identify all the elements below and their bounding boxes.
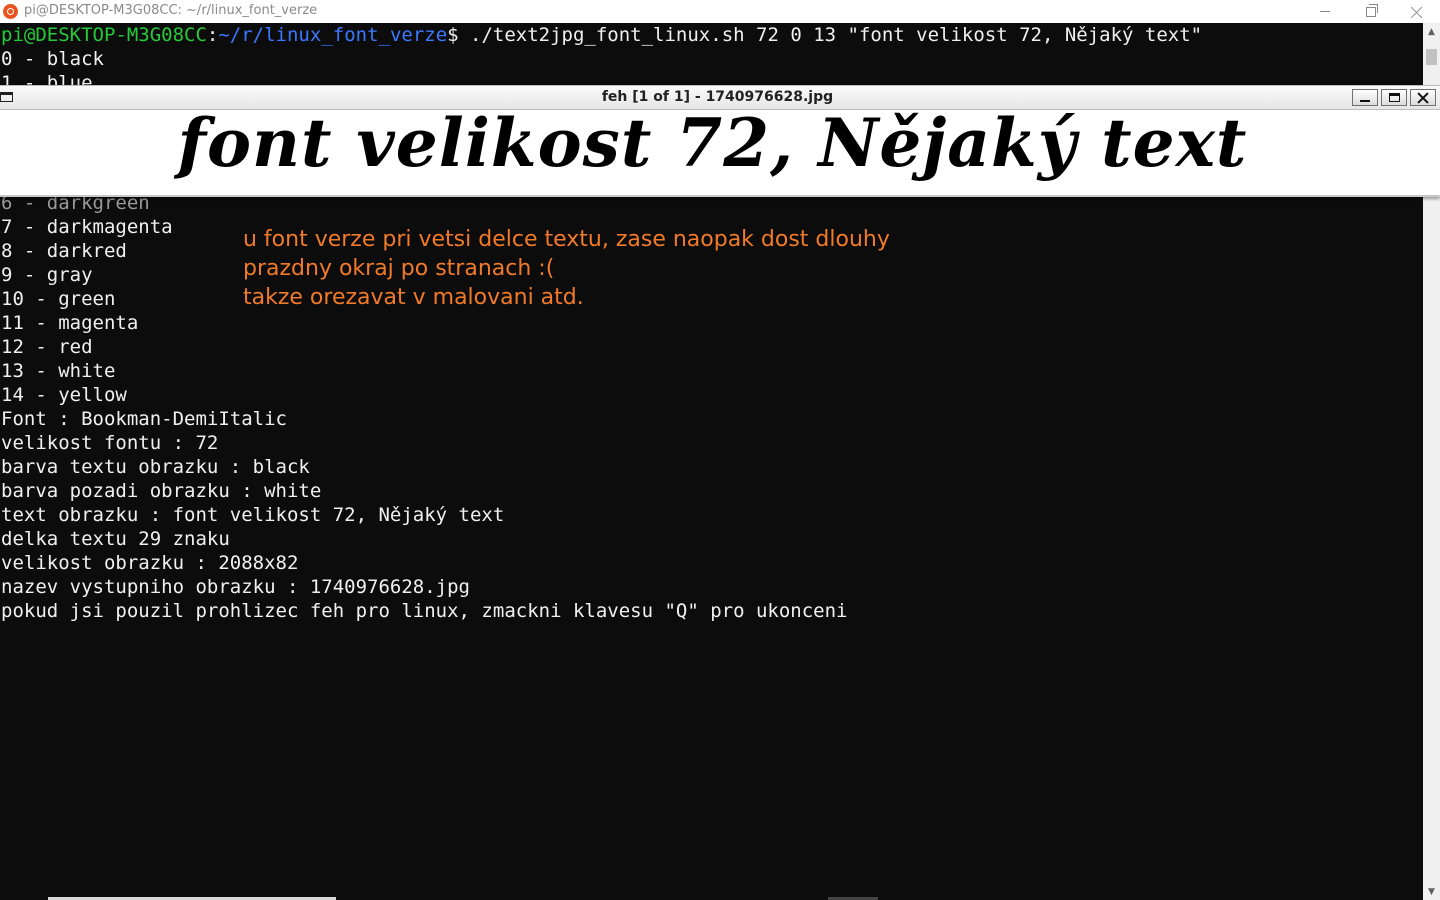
feh-window[interactable]: feh [1 of 1] - 1740976628.jpg font velik… <box>0 85 1440 197</box>
output-line: 14 - yellow <box>1 384 127 406</box>
terminal-title: pi@DESKTOP-M3G08CC: ~/r/linux_font_verze <box>24 3 318 18</box>
terminal-close-button[interactable] <box>1394 0 1440 23</box>
minimize-icon <box>1320 11 1330 12</box>
output-line: 10 - green <box>1 288 116 310</box>
output-line: Font : Bookman-DemiItalic <box>1 408 287 430</box>
feh-titlebar[interactable]: feh [1 of 1] - 1740976628.jpg <box>0 85 1440 110</box>
scroll-up-icon[interactable]: ▲ <box>1423 23 1440 40</box>
output-line: velikost fontu : 72 <box>1 432 219 454</box>
annotation-line: prazdny okraj po stranach :( <box>243 256 555 281</box>
terminal-minimize-button[interactable] <box>1302 0 1348 23</box>
prompt-colon: : <box>206 24 219 46</box>
prompt-symbol: $ <box>447 24 471 46</box>
output-line: velikost obrazku : 2088x82 <box>1 552 299 574</box>
ubuntu-icon <box>3 4 18 19</box>
output-line: pokud jsi pouzil prohlizec feh pro linux… <box>1 600 848 622</box>
output-line: barva textu obrazku : black <box>1 456 310 478</box>
terminal-titlebar: pi@DESKTOP-M3G08CC: ~/r/linux_font_verze <box>0 0 1440 23</box>
feh-maximize-button[interactable] <box>1381 89 1407 106</box>
output-line: 0 - black <box>1 48 104 70</box>
command-text: ./text2jpg_font_linux.sh 72 0 13 "font v… <box>470 24 1203 46</box>
output-line: text obrazku : font velikost 72, Nějaký … <box>1 504 505 526</box>
feh-close-button[interactable] <box>1410 89 1436 106</box>
prompt-path: ~/r/linux_font_verze <box>218 24 448 46</box>
output-line: nazev vystupniho obrazku : 1740976628.jp… <box>1 576 470 598</box>
annotation-line: u font verze pri vetsi delce textu, zase… <box>243 227 890 252</box>
maximize-icon <box>1388 93 1400 102</box>
close-icon <box>1417 92 1429 104</box>
close-icon <box>1411 6 1423 18</box>
image-rendered-text: font velikost 72, Nějaký text <box>177 110 1248 182</box>
scroll-down-icon[interactable]: ▼ <box>1423 883 1440 900</box>
output-line: 8 - darkred <box>1 240 127 262</box>
annotation-note: u font verze pri vetsi delce textu, zase… <box>243 225 1003 312</box>
output-line: 9 - gray <box>1 264 93 286</box>
command-line: pi@DESKTOP-M3G08CC:~/r/linux_font_verze$… <box>1 23 1202 47</box>
output-line: 12 - red <box>1 336 93 358</box>
output-line: barva pozadi obrazku : white <box>1 480 322 502</box>
feh-minimize-button[interactable] <box>1352 89 1378 106</box>
scroll-thumb[interactable] <box>1426 49 1437 65</box>
output-line: 13 - white <box>1 360 116 382</box>
restore-icon <box>1366 3 1378 17</box>
terminal-restore-button[interactable] <box>1348 0 1394 23</box>
annotation-line: takze orezavat v malovani atd. <box>243 285 584 310</box>
feh-image[interactable]: font velikost 72, Nějaký text <box>0 110 1440 195</box>
minimize-icon <box>1360 100 1370 102</box>
output-line: 11 - magenta <box>1 312 139 334</box>
feh-title: feh [1 of 1] - 1740976628.jpg <box>601 89 834 105</box>
output-line: delka textu 29 znaku <box>1 528 230 550</box>
prompt-user: pi@DESKTOP-M3G08CC <box>1 24 207 46</box>
output-line: 7 - darkmagenta <box>1 216 173 238</box>
